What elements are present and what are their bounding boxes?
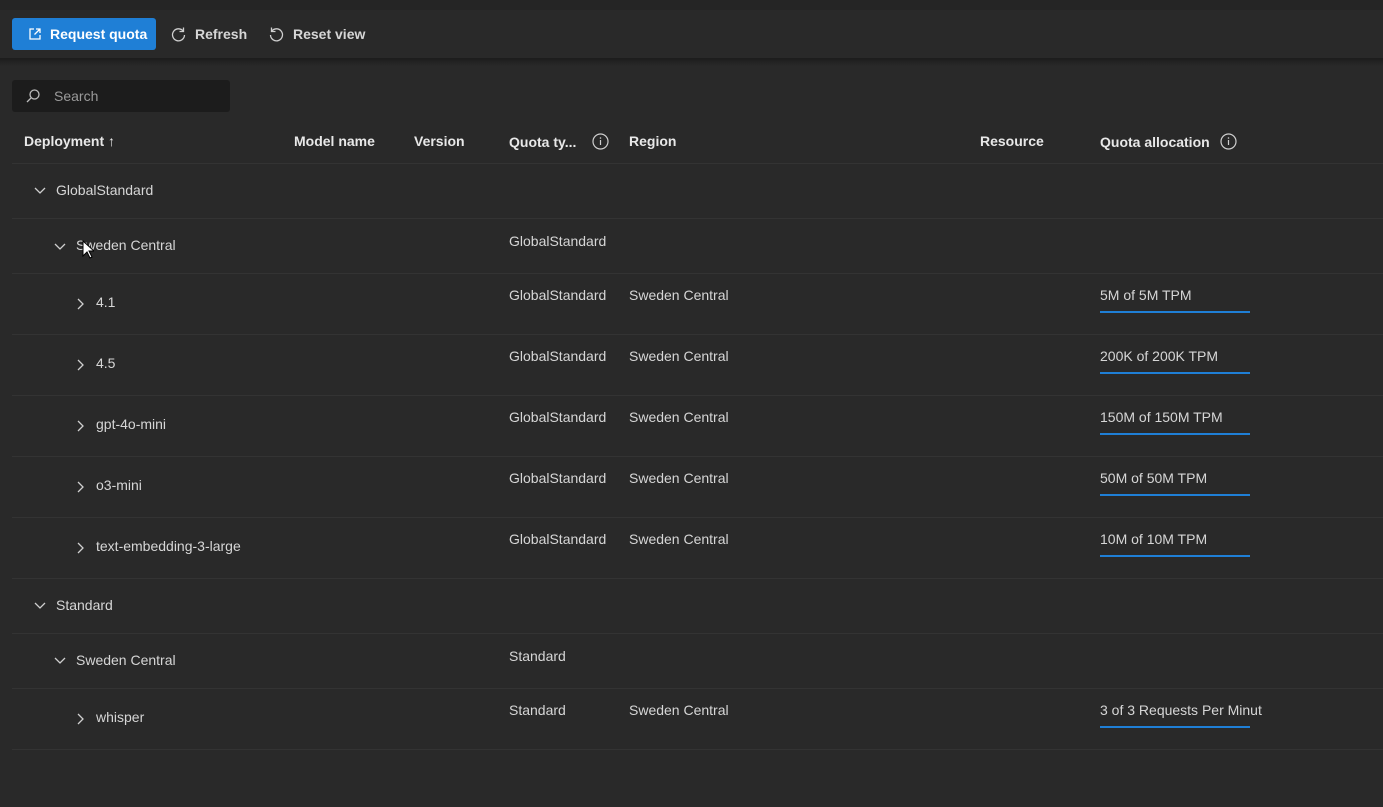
refresh-icon [171,27,186,41]
quota-allocation-bar [1100,433,1250,435]
row-divider [12,749,1383,750]
deployment-row[interactable]: o3-mini GlobalStandard Sweden Central 50M o… [0,456,1383,517]
deployment-name[interactable]: whisper [96,709,144,725]
column-header-region[interactable]: Region [629,133,676,149]
deployment-row[interactable]: whisper Standard Sweden Central 3 of 3 Requ… [0,688,1383,749]
quota-type-cell: GlobalStandard [509,233,607,249]
search-input[interactable] [52,87,216,105]
region-cell: Sweden Central [629,702,729,718]
quota-type-cell: GlobalStandard [509,409,607,425]
chevron-right-icon[interactable] [77,298,85,310]
group-row-globalstandard[interactable]: GlobalStandard [0,163,1383,218]
quota-allocation: 5M of 5M TPM [1100,287,1250,313]
deployment-row[interactable]: text-embedding-3-large GlobalStandard Swed… [0,517,1383,578]
column-header-deployment[interactable]: Deployment ↑ [24,133,115,149]
quota-allocation-bar [1100,726,1250,728]
quota-allocation: 200K of 200K TPM [1100,348,1250,374]
quota-type-cell: GlobalStandard [509,470,607,486]
chevron-right-icon[interactable] [77,542,85,554]
quota-allocation-bar [1100,311,1250,313]
chevron-right-icon[interactable] [77,481,85,493]
quota-type-cell: Standard [509,702,566,718]
deployment-name[interactable]: 4.5 [96,355,115,371]
region-cell: Sweden Central [629,531,729,547]
deployment-name[interactable]: 4.1 [96,294,115,310]
quota-type-cell: GlobalStandard [509,531,607,547]
mouse-cursor-icon [82,240,94,259]
quota-type-cell: GlobalStandard [509,287,607,303]
refresh-button[interactable]: Refresh [170,18,247,50]
column-header-version[interactable]: Version [414,133,465,149]
region-cell: Sweden Central [629,470,729,486]
request-quota-label: Request quota [50,26,148,42]
quota-allocation-bar [1100,555,1250,557]
deployment-row[interactable]: gpt-4o-mini GlobalStandard Sweden Central 1… [0,395,1383,456]
info-icon[interactable] [592,133,610,150]
top-strip [0,0,1383,10]
refresh-label: Refresh [195,26,248,42]
chevron-down-icon[interactable] [54,657,66,665]
external-link-icon [29,28,41,40]
quota-allocation: 3 of 3 Requests Per Minut [1100,702,1262,728]
toolbar: Request quota Refresh Reset view [0,10,1383,58]
quota-allocation-text: 50M of 50M TPM [1100,470,1208,486]
quota-allocation-text: 10M of 10M TPM [1100,531,1208,547]
reset-view-label: Reset view [293,26,366,42]
quota-allocation-bar [1100,372,1250,374]
chevron-right-icon[interactable] [77,359,85,371]
info-icon[interactable] [1220,133,1237,150]
group-label: GlobalStandard [56,182,154,198]
column-header-quota-type[interactable]: Quota ty... [509,133,610,150]
quota-allocation: 10M of 10M TPM [1100,531,1250,557]
chevron-down-icon[interactable] [54,243,66,251]
region-row-sweden-central[interactable]: Sweden Central GlobalStandard [0,218,1383,273]
group-label: Standard [56,597,113,613]
region-row-sweden-central[interactable]: Sweden Central Standard [0,633,1383,688]
search-icon [26,89,40,103]
quota-allocation-bar [1100,494,1250,496]
deployment-name[interactable]: gpt-4o-mini [96,416,166,432]
quota-allocation-text: 5M of 5M TPM [1100,287,1192,303]
quota-allocation-text: 3 of 3 Requests Per Minut [1100,702,1262,718]
region-cell: Sweden Central [629,409,729,425]
request-quota-button[interactable]: Request quota [12,18,156,50]
region-cell: Sweden Central [629,348,729,364]
chevron-right-icon[interactable] [77,420,85,432]
toolbar-shadow [0,58,1383,66]
region-cell: Sweden Central [629,287,729,303]
quota-allocation: 150M of 150M TPM [1100,409,1250,435]
group-row-standard[interactable]: Standard [0,578,1383,633]
reset-view-button[interactable]: Reset view [268,18,365,50]
column-header-model-name[interactable]: Model name [294,133,375,149]
region-group-label: Sweden Central [76,652,176,668]
deployment-name[interactable]: text-embedding-3-large [96,538,241,554]
chevron-down-icon[interactable] [34,602,46,610]
reset-icon [269,27,284,41]
quota-type-cell: Standard [509,648,566,664]
quota-allocation-text: 200K of 200K TPM [1100,348,1219,364]
chevron-right-icon[interactable] [77,713,85,725]
column-header-resource[interactable]: Resource [980,133,1044,149]
search-box[interactable] [12,80,230,112]
quota-type-cell: GlobalStandard [509,348,607,364]
quota-allocation: 50M of 50M TPM [1100,470,1250,496]
deployment-row[interactable]: 4.5 GlobalStandard Sweden Central 200K of 2… [0,334,1383,395]
deployment-row[interactable]: 4.1 GlobalStandard Sweden Central 5M of 5M … [0,273,1383,334]
deployment-name[interactable]: o3-mini [96,477,142,493]
quota-allocation-text: 150M of 150M TPM [1100,409,1223,425]
chevron-down-icon[interactable] [34,187,46,195]
column-header-quota-allocation[interactable]: Quota allocation [1100,133,1237,150]
